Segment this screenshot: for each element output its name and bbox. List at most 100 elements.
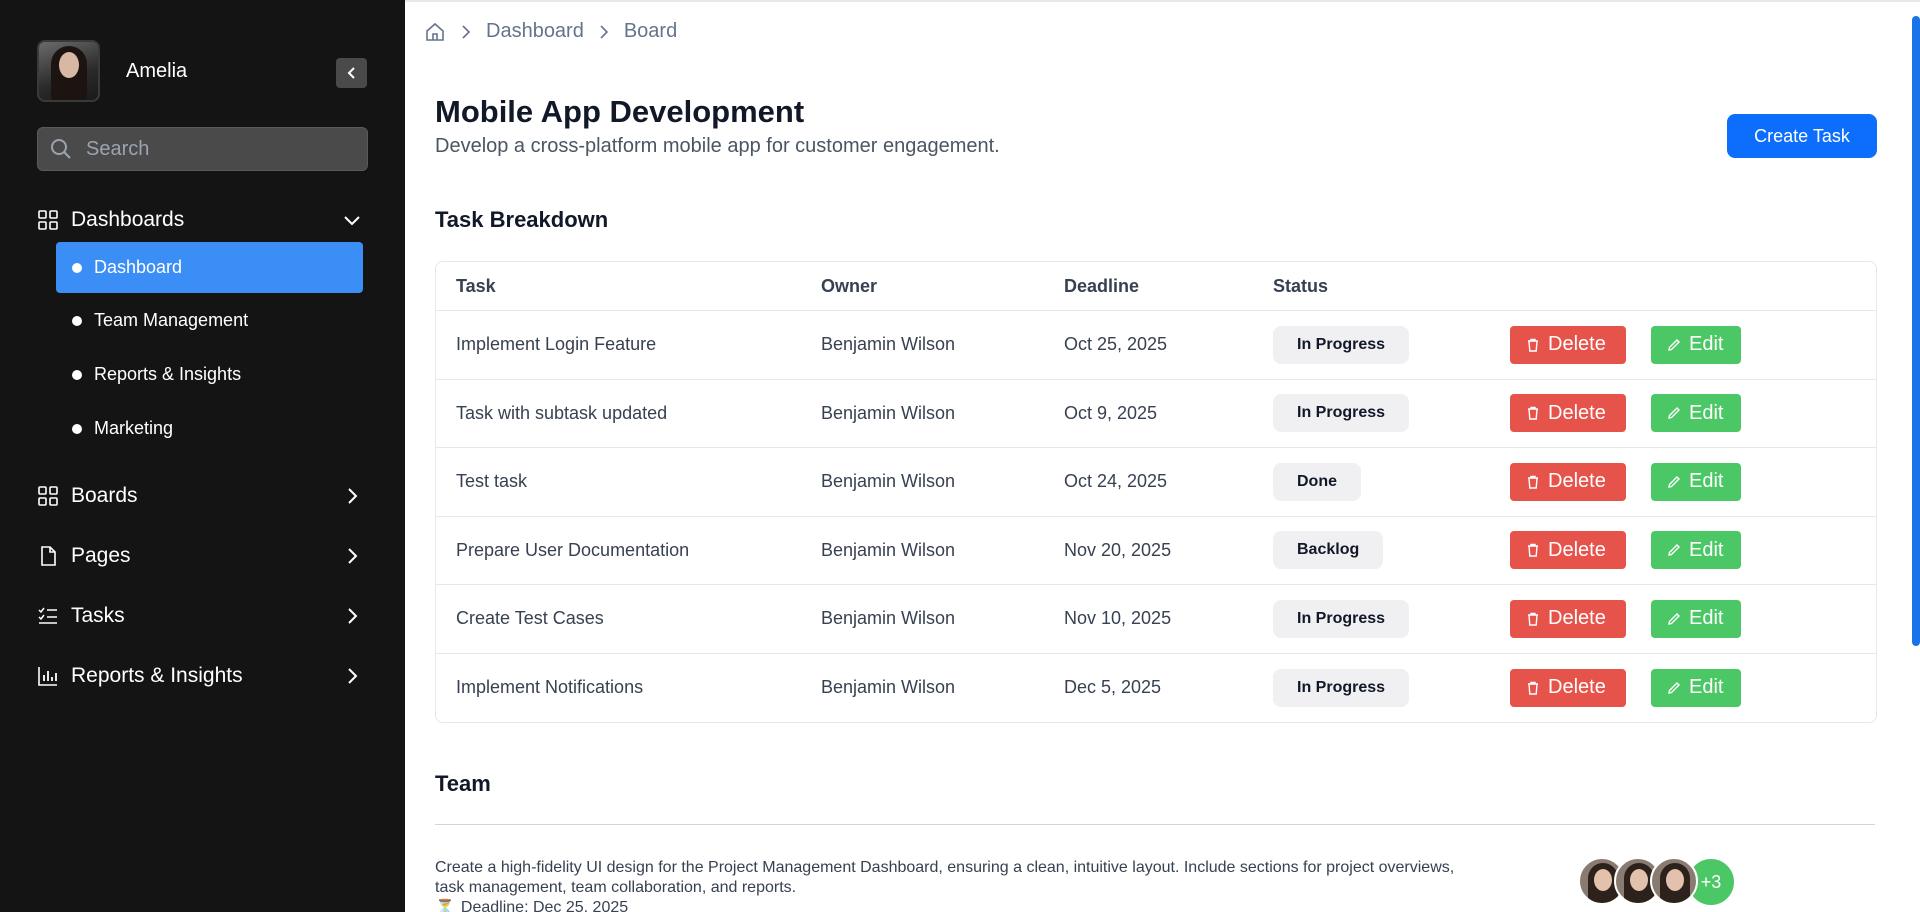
trash-icon [1528,681,1538,695]
breadcrumb: Dashboard Board [424,20,677,43]
home-icon[interactable] [424,21,446,43]
chevron-left-icon [347,67,355,79]
divider [435,824,1875,825]
task-deadline: Dec 5, 2025 [1064,677,1162,698]
checklist-icon [38,607,57,624]
avatar[interactable] [1650,857,1698,905]
edit-label: Edit [1689,333,1724,356]
edit-label: Edit [1689,538,1724,561]
breadcrumb-dashboard[interactable]: Dashboard [486,20,584,43]
delete-button[interactable]: Delete [1510,462,1626,501]
edit-label: Edit [1689,607,1724,630]
sidebar-item-marketing[interactable]: Marketing [56,403,363,454]
sidebar-item-label: Reports & Insights [94,364,242,384]
nav-group-reports-insights[interactable]: Reports & Insights [37,658,368,694]
delete-label: Delete [1548,607,1606,630]
nav-group-tasks[interactable]: Tasks [37,598,368,634]
status-badge: Done [1273,462,1361,501]
collapse-sidebar-button[interactable] [336,58,367,88]
column-header-status: Status [1273,275,1329,296]
task-owner: Benjamin Wilson [821,608,956,629]
edit-button[interactable]: Edit [1651,531,1741,570]
section-title-team: Team [435,771,491,796]
task-name: Create Test Cases [456,608,604,629]
edit-button[interactable]: Edit [1651,325,1741,364]
trash-icon [1528,475,1538,489]
nav-group-boards[interactable]: Boards [37,478,368,514]
task-owner: Benjamin Wilson [821,334,956,355]
pencil-icon [1668,612,1680,625]
sidebar-item-team-management[interactable]: Team Management [56,295,363,346]
task-name: Task with subtask updated [456,402,668,423]
team-avatars[interactable]: +3 [1578,857,1736,907]
chevron-right-icon [458,24,474,40]
chevron-right-icon [596,24,612,40]
edit-label: Edit [1689,401,1724,424]
nav-group-pages[interactable]: Pages [37,538,368,574]
delete-label: Delete [1548,470,1606,493]
nav-group-label: Dashboards [71,208,185,231]
table-row: Task with subtask updated Benjamin Wilso… [436,380,1876,448]
bullet-icon [72,369,82,380]
search-icon [51,139,71,159]
section-title-task-breakdown: Task Breakdown [435,207,609,232]
task-deadline: Oct 9, 2025 [1064,402,1158,423]
status-badge: In Progress [1273,599,1410,638]
delete-button[interactable]: Delete [1510,599,1626,638]
nav-group-label: Boards [71,484,138,507]
search-input[interactable] [86,137,346,161]
task-name: Implement Login Feature [456,334,657,355]
task-deadline: Oct 24, 2025 [1064,471,1168,492]
delete-button[interactable]: Delete [1510,531,1626,570]
scrollbar[interactable] [1912,16,1920,646]
table-row: Create Test Cases Benjamin Wilson Nov 10… [436,585,1876,654]
edit-label: Edit [1689,676,1724,699]
edit-button[interactable]: Edit [1651,394,1741,433]
delete-label: Delete [1548,401,1606,424]
nav-group-dashboards[interactable]: Dashboards [37,202,368,238]
pencil-icon [1668,544,1680,557]
column-header-owner: Owner [821,275,878,296]
avatar[interactable] [37,40,100,102]
delete-button[interactable]: Delete [1510,325,1626,364]
breadcrumb-board[interactable]: Board [624,20,677,43]
sidebar-item-reports-insights[interactable]: Reports & Insights [56,349,363,400]
table-row: Implement Login Feature Benjamin Wilson … [436,311,1876,380]
edit-label: Edit [1689,470,1724,493]
user-profile: Amelia [37,40,369,102]
team-deadline-text: Deadline: Dec 25, 2025 [460,899,629,912]
sidebar-item-label: Marketing [94,418,174,438]
table-header: Task Owner Deadline Status [436,262,1876,311]
pencil-icon [1668,681,1680,694]
table-row: Prepare User Documentation Benjamin Wils… [436,517,1876,585]
table-row: Test task Benjamin Wilson Oct 24, 2025 D… [436,448,1876,517]
edit-button[interactable]: Edit [1651,668,1741,707]
trash-icon [1528,612,1538,626]
sidebar: Amelia Dashboards Dashboard Team Managem… [0,0,405,912]
chevron-down-icon [340,208,364,232]
pencil-icon [1668,407,1680,420]
create-task-button[interactable]: Create Task [1727,114,1877,158]
delete-label: Delete [1548,676,1606,699]
nav-group-label: Pages [71,544,131,567]
edit-button[interactable]: Edit [1651,599,1741,638]
hourglass-icon: ⏳ [435,900,455,912]
document-icon [41,546,56,566]
team-deadline: ⏳ Deadline: Dec 25, 2025 [435,898,628,912]
user-name: Amelia [126,59,188,82]
task-name: Test task [456,471,528,492]
edit-button[interactable]: Edit [1651,462,1741,501]
search-box[interactable] [37,127,368,171]
delete-button[interactable]: Delete [1510,668,1626,707]
column-header-deadline: Deadline [1064,275,1140,296]
delete-label: Delete [1548,538,1606,561]
delete-button[interactable]: Delete [1510,394,1626,433]
sidebar-item-dashboard[interactable]: Dashboard [56,242,363,293]
bullet-icon [72,423,82,434]
sidebar-item-label: Team Management [94,310,249,330]
task-deadline: Nov 10, 2025 [1064,608,1172,629]
trash-icon [1528,338,1538,352]
task-table: Task Owner Deadline Status Implement Log… [435,261,1877,723]
status-badge: Backlog [1273,531,1384,570]
chevron-right-icon [340,604,364,628]
